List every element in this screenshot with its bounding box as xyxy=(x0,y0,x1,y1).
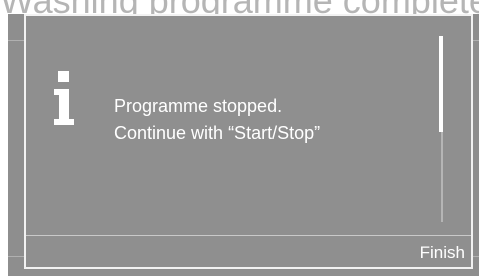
message-line-1: Programme stopped. xyxy=(114,96,283,116)
scrollbar-thumb[interactable] xyxy=(439,36,443,132)
dialog-message: Programme stopped. Continue with “Start/… xyxy=(114,93,320,147)
message-line-2: Continue with “Start/Stop” xyxy=(114,123,321,143)
finish-button[interactable]: Finish xyxy=(400,236,471,267)
info-icon xyxy=(54,71,74,125)
info-dialog: Programme stopped. Continue with “Start/… xyxy=(24,14,473,269)
